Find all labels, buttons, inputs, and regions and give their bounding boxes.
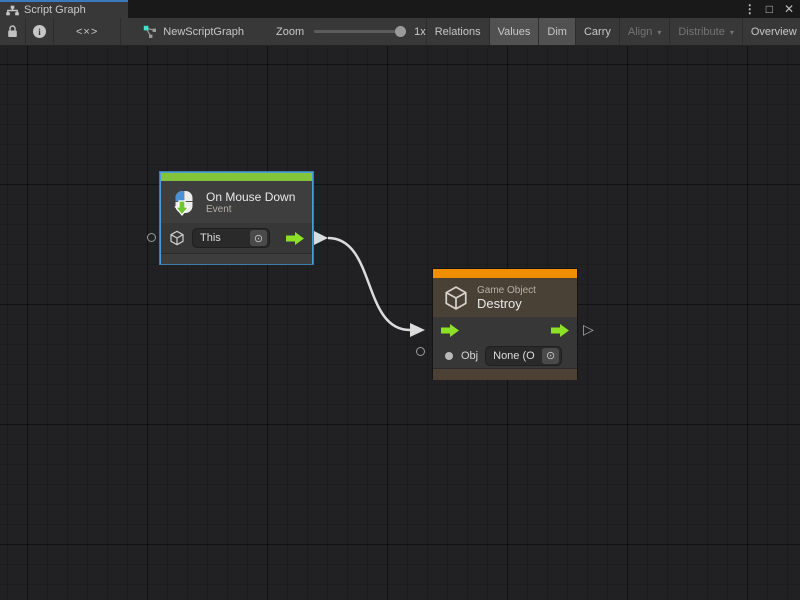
lock-button[interactable] [0, 18, 26, 45]
lock-icon [7, 25, 18, 38]
values-button[interactable]: Values [490, 18, 540, 45]
zoom-value: 1x [414, 26, 426, 38]
chevron-down-icon: ▾ [730, 28, 734, 37]
node-on-mouse-down[interactable]: On Mouse Down Event This ⊙ [160, 172, 313, 264]
zoom-label: Zoom [276, 26, 304, 38]
window-menu-icon[interactable]: ⋮ [744, 0, 755, 18]
target-field-value: This [193, 232, 250, 244]
destroy-node-title: Destroy [477, 296, 536, 311]
destroy-node-category: Game Object [477, 285, 536, 296]
target-field[interactable]: This ⊙ [192, 228, 270, 248]
destroy-obj-port[interactable] [416, 347, 425, 356]
window-controls: ⋮ □ ✕ [744, 0, 794, 18]
dim-button[interactable]: Dim [539, 18, 576, 45]
edit-code-button[interactable]: <×> [54, 18, 121, 45]
destroy-accent-strip [433, 269, 577, 278]
destroy-node-header[interactable]: Game Object Destroy [433, 278, 577, 317]
trigger-output-port[interactable] [551, 324, 569, 337]
distribute-button[interactable]: Distribute ▾ [670, 18, 742, 45]
graph-hierarchy-icon [6, 5, 19, 16]
script-graph-asset-icon [143, 25, 157, 39]
destroy-node-footer [433, 368, 577, 380]
event-node-header[interactable]: On Mouse Down Event [161, 181, 312, 223]
close-icon[interactable]: ✕ [784, 0, 794, 18]
obj-field[interactable]: None (O ⊙ [485, 346, 562, 366]
zoom-slider-handle[interactable] [395, 26, 406, 37]
chevron-down-icon: ▾ [657, 28, 661, 37]
game-object-cube-icon [169, 230, 185, 246]
obj-input-port[interactable] [445, 352, 453, 360]
node-destroy[interactable]: Game Object Destroy Obj No [432, 268, 578, 379]
align-label: Align [628, 26, 652, 38]
event-accent-strip [161, 173, 312, 181]
distribute-label: Distribute [678, 26, 724, 38]
game-object-cube-icon [443, 285, 469, 311]
info-icon: i [33, 25, 46, 38]
connection-wire[interactable] [0, 46, 800, 600]
destroy-output-flow-triangle[interactable]: ▷ [583, 322, 594, 336]
object-picker-icon[interactable]: ⊙ [250, 230, 267, 246]
wire-path [328, 238, 410, 330]
maximize-icon[interactable]: □ [766, 0, 773, 18]
event-node-subtitle: Event [206, 204, 295, 215]
tab-title: Script Graph [24, 4, 86, 16]
destroy-node-body: Obj None (O ⊙ [433, 317, 577, 368]
wire-end-arrow [410, 323, 425, 337]
script-graph-window: Script Graph ⋮ □ ✕ i <×> [0, 0, 800, 600]
graph-toolbar: i <×> NewScriptGraph Zoom 1x Re [0, 18, 800, 46]
wire-start-arrow [314, 231, 328, 245]
event-node-title: On Mouse Down [206, 190, 295, 204]
graph-name-label: NewScriptGraph [163, 26, 244, 38]
tab-script-graph[interactable]: Script Graph [0, 0, 128, 18]
code-icon: <×> [76, 26, 98, 38]
zoom-control: Zoom 1x [276, 18, 426, 45]
event-target-port[interactable] [147, 233, 156, 242]
carry-button[interactable]: Carry [576, 18, 620, 45]
zoom-slider[interactable] [314, 30, 406, 33]
graph-name-group[interactable]: NewScriptGraph [143, 18, 244, 45]
graph-canvas[interactable]: On Mouse Down Event This ⊙ [0, 46, 800, 600]
relations-button[interactable]: Relations [426, 18, 490, 45]
align-button[interactable]: Align ▾ [620, 18, 670, 45]
trigger-input-port[interactable] [441, 324, 459, 337]
inspect-button[interactable]: i [26, 18, 54, 45]
mouse-down-event-icon [171, 189, 198, 216]
toolbar-toggles: Relations Values Dim Carry Align ▾ Distr… [426, 18, 800, 45]
object-picker-icon[interactable]: ⊙ [542, 348, 559, 364]
overview-button[interactable]: Overview [743, 18, 800, 45]
event-node-footer [161, 253, 312, 264]
tab-bar: Script Graph ⋮ □ ✕ [0, 0, 800, 18]
obj-input-label: Obj [461, 350, 478, 362]
trigger-output-port[interactable] [286, 232, 304, 245]
obj-field-value: None (O [486, 350, 542, 362]
event-node-body: This ⊙ [161, 223, 312, 253]
